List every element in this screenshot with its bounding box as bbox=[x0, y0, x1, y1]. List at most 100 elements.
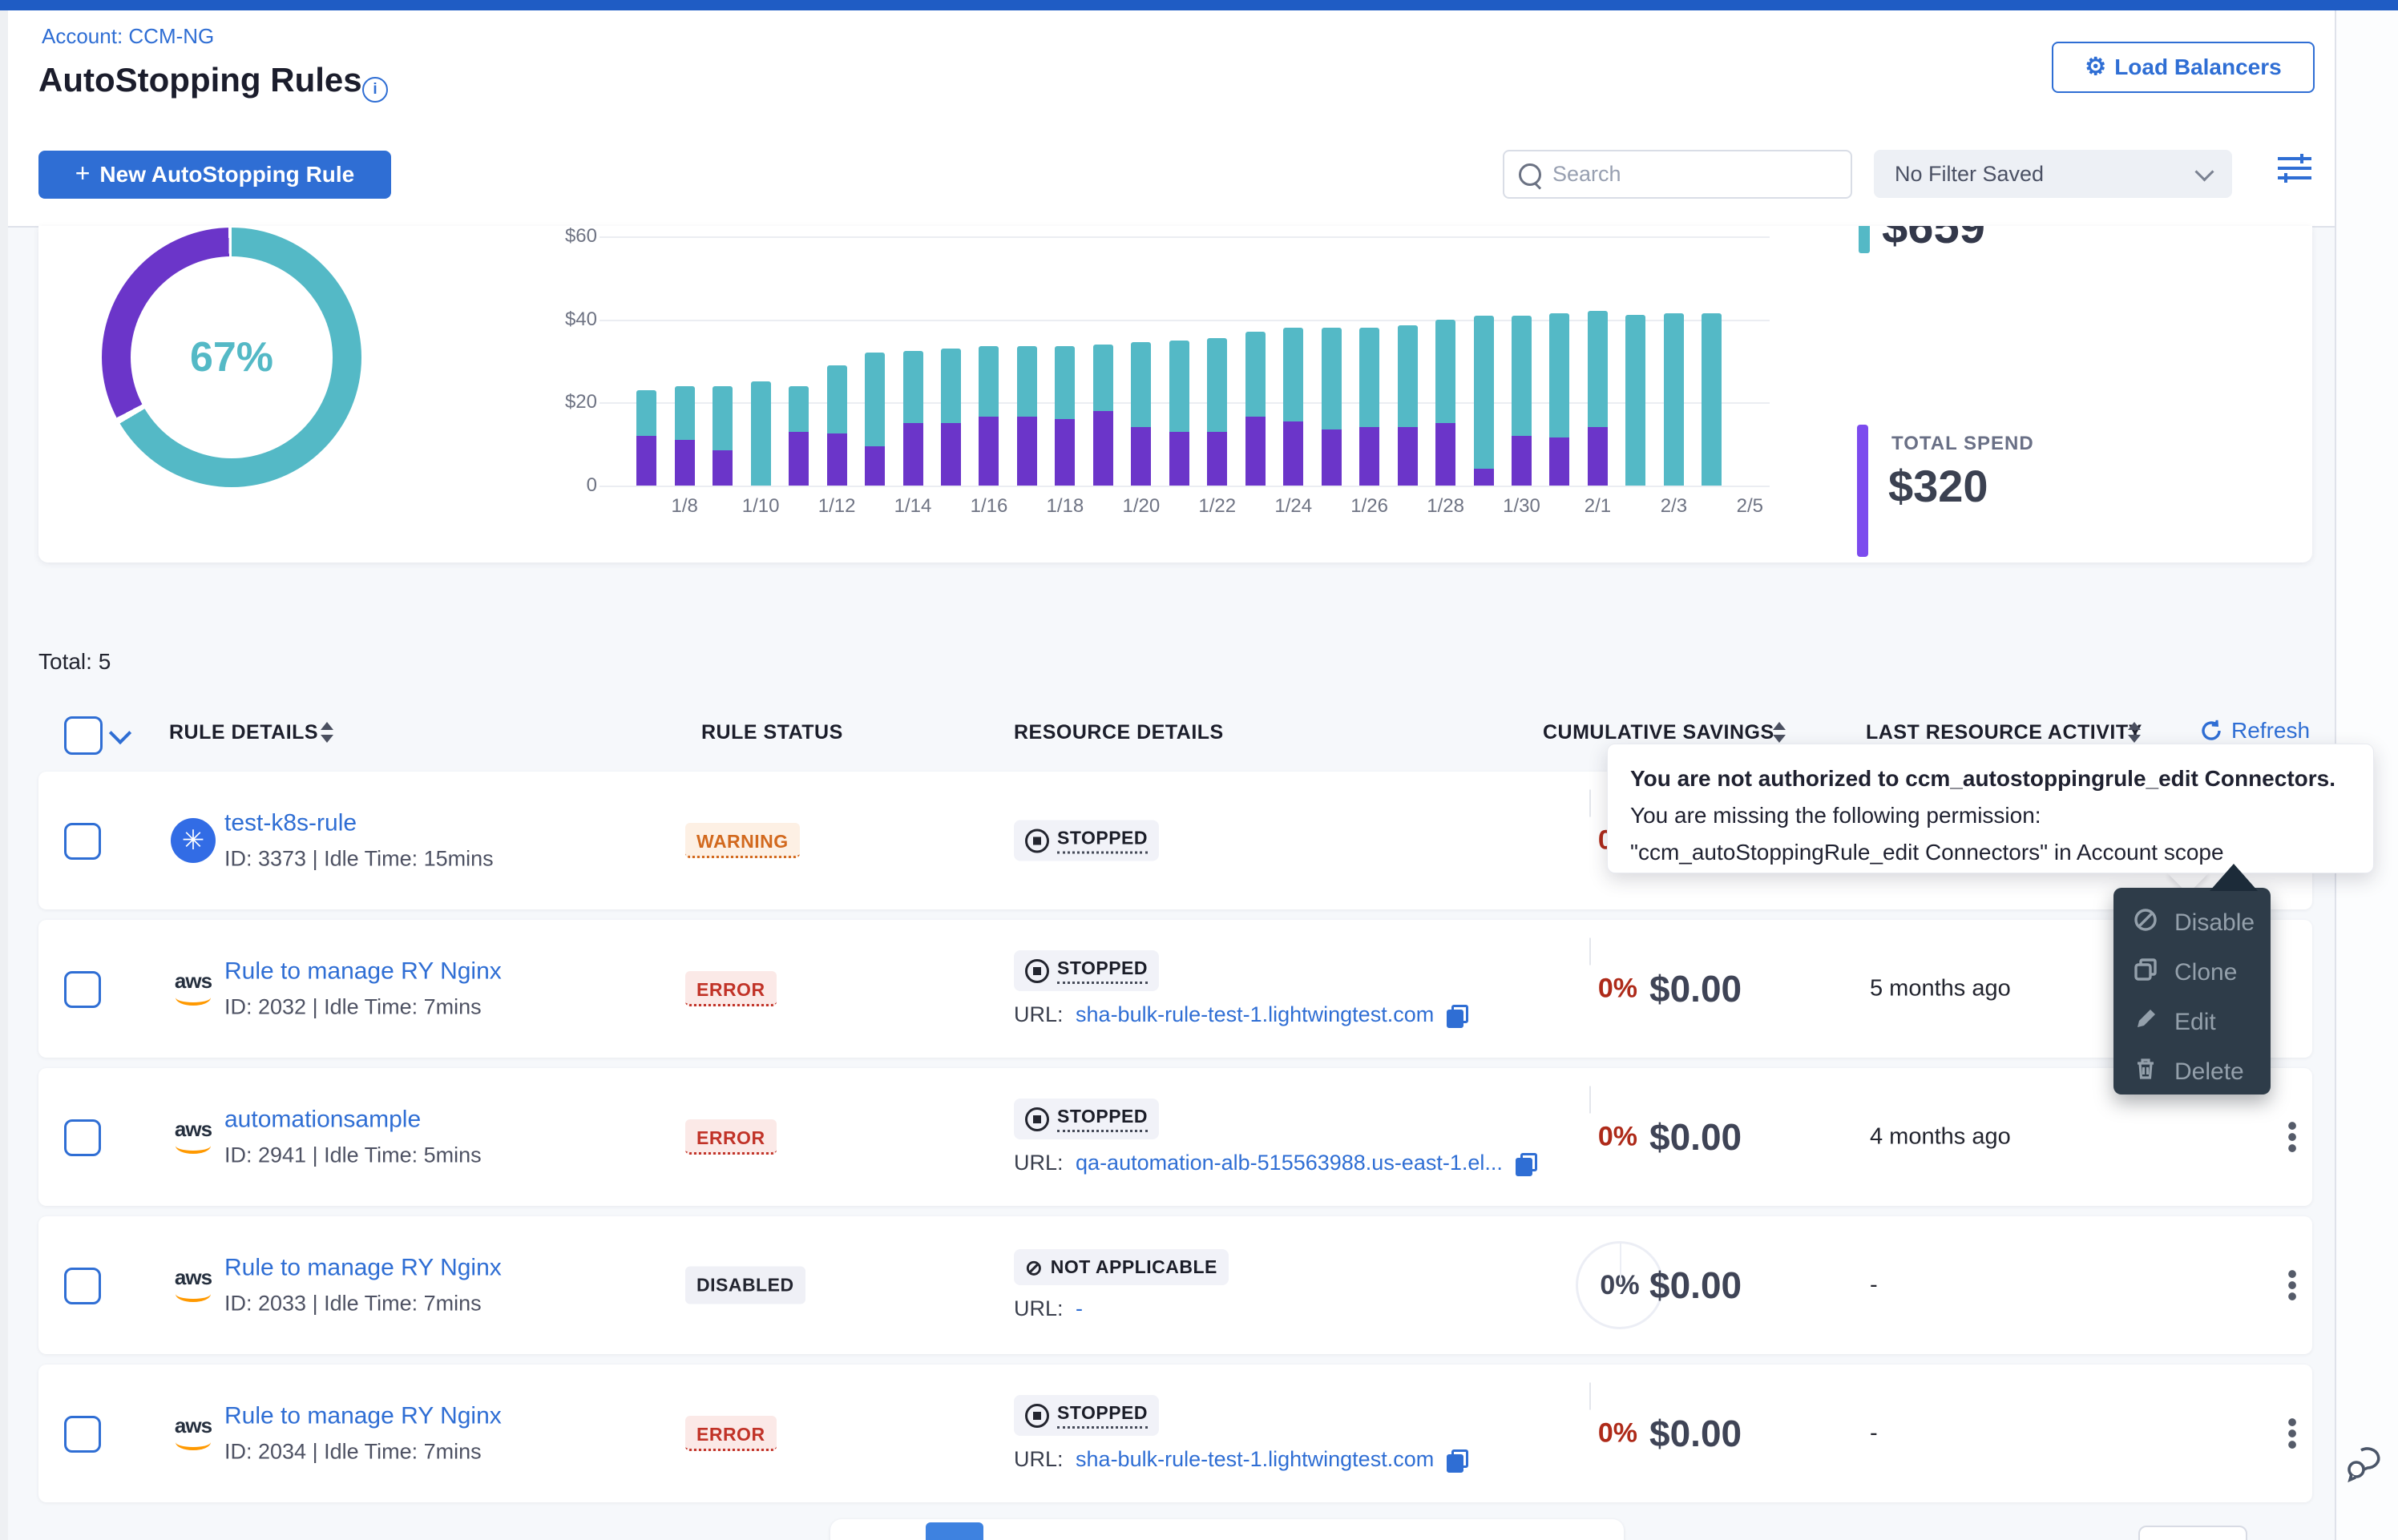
stacked-bar[interactable] bbox=[675, 386, 695, 486]
rule-status-badge[interactable]: WARNING bbox=[685, 823, 800, 858]
stacked-bar[interactable] bbox=[1359, 328, 1379, 486]
row-checkbox[interactable] bbox=[64, 1416, 101, 1453]
resource-url-link[interactable]: - bbox=[1076, 1296, 1083, 1321]
aws-smile-icon bbox=[176, 990, 211, 1006]
resource-state-badge[interactable]: STOPPED bbox=[1014, 1099, 1159, 1139]
stacked-bar[interactable] bbox=[789, 386, 809, 486]
stacked-bar[interactable] bbox=[865, 353, 885, 486]
context-menu-item-disable[interactable]: Disable bbox=[2133, 907, 2255, 939]
rule-meta: ID: 2941 | Idle Time: 5mins bbox=[224, 1143, 482, 1168]
load-balancers-button[interactable]: ⚙ Load Balancers bbox=[2052, 42, 2315, 93]
stacked-bar[interactable] bbox=[1664, 313, 1684, 486]
select-menu-chevron-icon[interactable] bbox=[109, 722, 131, 744]
x-axis-tick-label bbox=[1540, 495, 1578, 518]
context-menu-item-clone[interactable]: Clone bbox=[2133, 957, 2237, 989]
x-axis-tick-label bbox=[704, 495, 741, 518]
stacked-bar[interactable] bbox=[1093, 345, 1113, 486]
x-axis-tick-label: 1/14 bbox=[894, 495, 931, 518]
stacked-bar[interactable] bbox=[1017, 346, 1037, 486]
stacked-bar[interactable] bbox=[1435, 320, 1455, 486]
rule-name-link[interactable]: automationsample bbox=[224, 1107, 482, 1134]
resource-url: URL: sha-bulk-rule-test-1.lightwingtest.… bbox=[1014, 1002, 1466, 1027]
refresh-button[interactable]: Refresh bbox=[2199, 718, 2310, 744]
new-autostopping-rule-button[interactable]: + New AutoStopping Rule bbox=[38, 151, 391, 199]
rule-status-badge[interactable]: ERROR bbox=[685, 1119, 777, 1155]
stacked-bar[interactable] bbox=[751, 381, 771, 486]
rule-name-link[interactable]: Rule to manage RY Nginx bbox=[224, 1255, 502, 1282]
total-savings-legend-swatch bbox=[1859, 226, 1870, 253]
saved-filter-dropdown[interactable]: No Filter Saved bbox=[1874, 150, 2232, 198]
x-axis-tick-label: 1/30 bbox=[1503, 495, 1540, 518]
rule-status-badge[interactable]: ERROR bbox=[685, 971, 777, 1006]
copy-icon[interactable] bbox=[1516, 1153, 1535, 1174]
stacked-bar[interactable] bbox=[1055, 346, 1075, 486]
rule-name-link[interactable]: Rule to manage RY Nginx bbox=[224, 1403, 502, 1430]
row-checkbox[interactable] bbox=[64, 1268, 101, 1304]
stacked-bar[interactable] bbox=[827, 365, 847, 486]
bar-slot bbox=[1464, 316, 1502, 486]
pagination-current-page-button[interactable] bbox=[926, 1522, 983, 1540]
row-options-kebab-icon[interactable]: ••• bbox=[2276, 1268, 2308, 1302]
x-axis-tick-label: 1/10 bbox=[741, 495, 779, 518]
bar-slot bbox=[1198, 338, 1236, 486]
stacked-bar[interactable] bbox=[979, 346, 999, 486]
bar-slot bbox=[856, 353, 894, 486]
bar-slot bbox=[970, 346, 1007, 486]
rule-status-badge[interactable]: ERROR bbox=[685, 1416, 777, 1451]
stacked-bar[interactable] bbox=[713, 386, 733, 486]
stacked-bar[interactable] bbox=[1625, 315, 1645, 486]
sort-icon[interactable] bbox=[1773, 722, 1786, 743]
row-checkbox[interactable] bbox=[64, 971, 101, 1008]
sort-icon[interactable] bbox=[321, 722, 333, 743]
copy-icon[interactable] bbox=[1447, 1005, 1466, 1026]
bottom-secondary-button[interactable] bbox=[2138, 1526, 2247, 1540]
resource-state-badge[interactable]: STOPPED bbox=[1014, 950, 1159, 991]
select-all-checkbox[interactable] bbox=[64, 716, 103, 755]
row-checkbox[interactable] bbox=[64, 823, 101, 860]
resource-url-link[interactable]: sha-bulk-rule-test-1.lightwingtest.com bbox=[1076, 1447, 1434, 1472]
stacked-bar[interactable] bbox=[1131, 342, 1151, 486]
spend-segment bbox=[865, 446, 885, 486]
row-options-kebab-icon[interactable]: ••• bbox=[2276, 1120, 2308, 1154]
savings-segment bbox=[1207, 338, 1227, 432]
context-menu-item-delete[interactable]: Delete bbox=[2133, 1056, 2244, 1088]
y-axis-tick-label: 0 bbox=[525, 474, 597, 497]
stacked-bar[interactable] bbox=[1283, 328, 1303, 486]
stacked-bar[interactable] bbox=[1512, 316, 1532, 486]
aws-icon: aws bbox=[175, 1268, 212, 1286]
stacked-bar[interactable] bbox=[941, 349, 961, 486]
resource-state-badge[interactable]: STOPPED bbox=[1014, 820, 1159, 861]
stacked-bar[interactable] bbox=[1549, 313, 1569, 486]
stacked-bar[interactable] bbox=[1588, 311, 1608, 486]
stacked-bar[interactable] bbox=[1245, 332, 1266, 486]
stacked-bar[interactable] bbox=[1398, 325, 1418, 486]
copy-icon[interactable] bbox=[1447, 1449, 1466, 1470]
bar-slot bbox=[1008, 346, 1046, 486]
info-icon[interactable]: i bbox=[362, 77, 388, 103]
row-checkbox[interactable] bbox=[64, 1119, 101, 1156]
sort-icon[interactable] bbox=[2128, 722, 2141, 743]
rule-name-link[interactable]: test-k8s-rule bbox=[224, 810, 494, 837]
bar-slot bbox=[1579, 311, 1617, 486]
stacked-bar[interactable] bbox=[903, 351, 923, 486]
resource-url-link[interactable]: qa-automation-alb-515563988.us-east-1.el… bbox=[1076, 1151, 1503, 1175]
filter-panel-icon[interactable] bbox=[2276, 152, 2313, 184]
breadcrumb-account[interactable]: Account: CCM-NG bbox=[42, 24, 214, 49]
bar-slot bbox=[628, 390, 665, 486]
resource-state-badge[interactable]: STOPPED bbox=[1014, 1395, 1159, 1436]
stacked-bar[interactable] bbox=[1169, 341, 1189, 486]
row-options-kebab-icon[interactable]: ••• bbox=[2276, 1417, 2308, 1450]
search-input[interactable]: Search bbox=[1503, 150, 1852, 199]
stacked-bar[interactable] bbox=[636, 390, 656, 486]
resource-state-badge[interactable]: ⊘NOT APPLICABLE bbox=[1014, 1249, 1229, 1285]
rule-name-link[interactable]: Rule to manage RY Nginx bbox=[224, 958, 502, 986]
stacked-bar[interactable] bbox=[1702, 313, 1722, 486]
chat-help-icon[interactable] bbox=[2344, 1442, 2388, 1487]
resource-url-link[interactable]: sha-bulk-rule-test-1.lightwingtest.com bbox=[1076, 1002, 1434, 1027]
context-menu-item-edit[interactable]: Edit bbox=[2133, 1006, 2216, 1038]
stacked-bar[interactable] bbox=[1207, 338, 1227, 486]
stacked-bar[interactable] bbox=[1474, 316, 1494, 486]
rule-status-badge[interactable]: DISABLED bbox=[685, 1267, 805, 1304]
savings-segment bbox=[1664, 313, 1684, 486]
stacked-bar[interactable] bbox=[1322, 328, 1342, 486]
